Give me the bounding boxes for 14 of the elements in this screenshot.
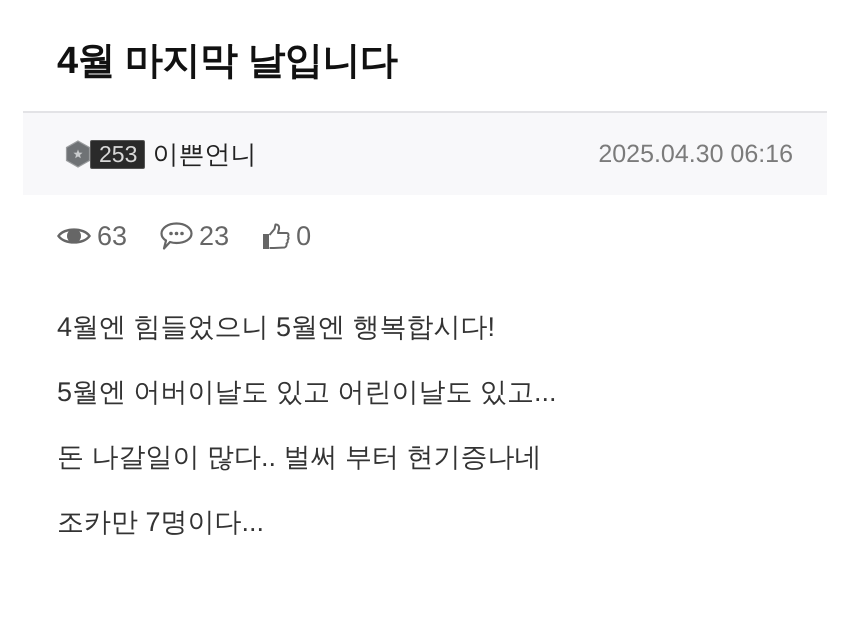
post-title: 4월 마지막 날입니다 <box>56 39 399 82</box>
body-line: 5월엔 어버이날도 있고 어린이날도 있고... <box>57 376 558 409</box>
body-line: 돈 나갈일이 많다.. 벌써 부터 현기증나네 <box>57 441 543 474</box>
speech-bubble-icon <box>160 222 194 250</box>
comments-count: 23 <box>199 221 230 251</box>
author-name[interactable]: 이쁜언니 <box>152 136 256 172</box>
views-count: 63 <box>97 221 128 251</box>
body-line: 4월엔 힘들었으니 5월엔 행복합시다! <box>57 311 496 344</box>
post-date: 2025.04.30 06:16 <box>598 140 793 168</box>
level-number: 253 <box>90 140 146 168</box>
likes-count: 0 <box>296 221 312 251</box>
body-line: 조카만 7명이다... <box>57 506 266 539</box>
thumbs-up-icon <box>262 222 290 250</box>
hexagon-emblem-icon <box>65 140 91 168</box>
